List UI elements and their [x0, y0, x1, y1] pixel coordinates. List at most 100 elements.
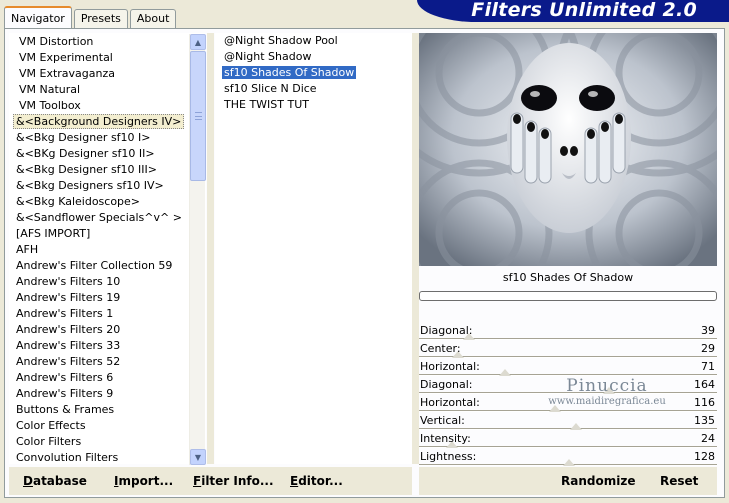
category-item[interactable]: Color Effects	[10, 418, 190, 434]
editor-button[interactable]: Editor...	[290, 474, 343, 488]
category-item-label: Andrew's Filters 6	[16, 371, 114, 384]
category-item[interactable]: &<Bkg Kaleidoscope>	[10, 194, 190, 210]
category-item[interactable]: VM Distortion	[10, 34, 190, 50]
database-button[interactable]: Database	[23, 474, 87, 488]
filter-item-label: @Night Shadow Pool	[224, 34, 338, 47]
parameter-slider[interactable]: Lightness: 128	[419, 448, 717, 466]
filter-item[interactable]: sf10 Shades Of Shadow	[215, 65, 412, 81]
chevron-up-icon: ▲	[194, 37, 202, 47]
splitter-right[interactable]	[412, 33, 419, 464]
parameter-slider[interactable]: Diagonal: 164	[419, 376, 717, 394]
parameter-value: 24	[701, 432, 715, 445]
category-item[interactable]: VM Toolbox	[10, 98, 190, 114]
parameter-label: Horizontal:	[420, 360, 480, 373]
parameter-slider[interactable]: Horizontal: 116	[419, 394, 717, 412]
category-item-label: Convolution Filters	[16, 451, 119, 464]
category-item-label: Andrew's Filters 1	[16, 307, 114, 320]
parameter-label: Horizontal:	[420, 396, 480, 409]
category-item-label: VM Natural	[19, 83, 81, 96]
category-item[interactable]: Andrew's Filters 10	[10, 274, 190, 290]
slider-thumb[interactable]	[563, 459, 575, 466]
category-item-label: Andrew's Filters 10	[16, 275, 121, 288]
scroll-down-button[interactable]: ▼	[190, 449, 206, 465]
parameter-value: 39	[701, 324, 715, 337]
filter-item-label: sf10 Shades Of Shadow	[222, 66, 357, 79]
category-item[interactable]: [AFS IMPORT]	[10, 226, 190, 242]
parameter-label: Diagonal:	[420, 378, 473, 391]
category-item[interactable]: AFH	[10, 242, 190, 258]
category-item[interactable]: Andrew's Filters 20	[10, 322, 190, 338]
filter-item-label: sf10 Slice N Dice	[224, 82, 317, 95]
parameter-slider[interactable]: Diagonal: 39	[419, 322, 717, 340]
scroll-up-button[interactable]: ▲	[190, 34, 206, 50]
grip-icon	[195, 112, 202, 120]
randomize-button[interactable]: Randomize	[561, 474, 635, 488]
slider-thumb[interactable]	[603, 387, 615, 394]
category-item-label: [AFS IMPORT]	[16, 227, 91, 240]
category-item-label: &<Background Designers IV>	[13, 114, 185, 129]
category-item[interactable]: &<Bkg Designers sf10 IV>	[10, 178, 190, 194]
category-item[interactable]: &<Bkg Designer sf10 I>	[10, 130, 190, 146]
parameter-slider[interactable]: Horizontal: 71	[419, 358, 717, 376]
category-item[interactable]: Andrew's Filters 9	[10, 386, 190, 402]
category-item-label: Andrew's Filters 20	[16, 323, 121, 336]
tab-about[interactable]: About	[129, 9, 177, 28]
preview-image	[419, 33, 717, 266]
parameter-label: Vertical:	[420, 414, 465, 427]
category-item-label: VM Experimental	[19, 51, 113, 64]
splitter-left[interactable]	[207, 33, 214, 464]
title-banner: Filters Unlimited 2.0	[417, 0, 729, 22]
category-item[interactable]: Color Filters	[10, 434, 190, 450]
filter-list[interactable]: @Night Shadow Pool @Night Shadow sf10 Shad…	[215, 33, 412, 464]
category-item[interactable]: Convolution Filters	[10, 450, 190, 465]
parameter-value: 29	[701, 342, 715, 355]
category-item[interactable]: Andrew's Filters 1	[10, 306, 190, 322]
category-item[interactable]: Andrew's Filters 6	[10, 370, 190, 386]
tab-navigator[interactable]: Navigator	[4, 6, 72, 28]
filter-item[interactable]: THE TWIST TUT	[215, 97, 412, 113]
category-item[interactable]: &<BKg Designer sf10 II>	[10, 146, 190, 162]
filter-info-button[interactable]: Filter Info...	[193, 474, 274, 488]
category-item-label: VM Distortion	[19, 35, 94, 48]
category-item[interactable]: Andrew's Filters 52	[10, 354, 190, 370]
parameter-label: Lightness:	[420, 450, 477, 463]
category-item-label: &<Bkg Designer sf10 I>	[16, 131, 151, 144]
category-item[interactable]: VM Natural	[10, 82, 190, 98]
category-list[interactable]: VM Distortion VM Experimental VM Extravaga…	[9, 33, 206, 465]
category-item[interactable]: VM Extravaganza	[10, 66, 190, 82]
category-item-label: Andrew's Filters 33	[16, 339, 121, 352]
category-item[interactable]: Buttons & Frames	[10, 402, 190, 418]
import-button[interactable]: Import...	[114, 474, 173, 488]
scroll-thumb[interactable]	[190, 51, 206, 181]
slider-thumb[interactable]	[499, 369, 511, 376]
reset-button[interactable]: Reset	[660, 474, 698, 488]
category-scrollbar[interactable]: ▲ ▼	[189, 34, 206, 465]
category-item-label: Color Effects	[16, 419, 86, 432]
parameter-label: Diagonal:	[420, 324, 473, 337]
category-item[interactable]: &<Background Designers IV>	[10, 114, 190, 130]
category-item[interactable]: Andrew's Filter Collection 59	[10, 258, 190, 274]
category-item-label: &<Bkg Designer sf10 III>	[16, 163, 158, 176]
filter-item[interactable]: sf10 Slice N Dice	[215, 81, 412, 97]
category-item[interactable]: Andrew's Filters 19	[10, 290, 190, 306]
category-item[interactable]: &<Sandflower Specials^v^ >	[10, 210, 190, 226]
selected-filter-name: sf10 Shades Of Shadow	[502, 271, 634, 284]
parameter-slider[interactable]: Center: 29	[419, 340, 717, 358]
filter-item[interactable]: @Night Shadow	[215, 49, 412, 65]
category-item[interactable]: &<Bkg Designer sf10 III>	[10, 162, 190, 178]
slider-thumb[interactable]	[549, 405, 561, 412]
category-item-label: VM Toolbox	[19, 99, 81, 112]
category-item-label: Andrew's Filters 52	[16, 355, 121, 368]
parameter-value: 128	[694, 450, 715, 463]
category-item[interactable]: VM Experimental	[10, 50, 190, 66]
tab-presets[interactable]: Presets	[73, 9, 128, 28]
filter-item[interactable]: @Night Shadow Pool	[215, 33, 412, 49]
parameter-slider[interactable]: Intensity: 24	[419, 430, 717, 448]
slider-thumb[interactable]	[570, 423, 582, 430]
category-item-label: &<Bkg Designers sf10 IV>	[16, 179, 164, 192]
parameter-sliders: Diagonal: 39 Center: 29 Horizontal: 71 Diagona…	[419, 322, 717, 466]
parameter-slider[interactable]: Vertical: 135	[419, 412, 717, 430]
category-item[interactable]: Andrew's Filters 33	[10, 338, 190, 354]
parameter-value: 164	[694, 378, 715, 391]
filter-item-label: @Night Shadow	[224, 50, 312, 63]
